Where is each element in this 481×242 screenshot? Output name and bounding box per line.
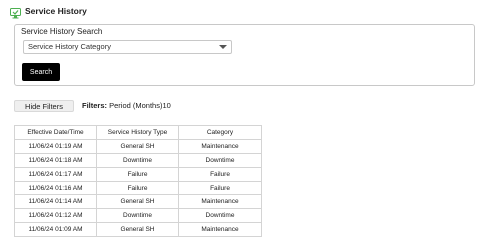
cell-service-history-type: General SH [96, 222, 179, 238]
cell-effective-date: 11/06/24 01:19 AM [14, 138, 97, 154]
cell-category: Downtime [178, 152, 262, 168]
search-button[interactable]: Search [22, 63, 60, 81]
cell-category: Maintenance [178, 222, 262, 238]
cell-category: Maintenance [178, 138, 262, 154]
search-panel-title: Service History Search [21, 27, 103, 36]
cell-effective-date: 11/06/24 01:14 AM [14, 194, 97, 210]
cell-category: Failure [178, 180, 262, 196]
cell-service-history-type: General SH [96, 138, 179, 154]
category-select-value: Service History Category [28, 42, 111, 51]
table-header-row: Effective Date/Time Service History Type… [14, 125, 262, 140]
service-history-page: Service History Service History Search S… [0, 0, 481, 242]
cell-service-history-type: Downtime [96, 208, 179, 224]
cell-effective-date: 11/06/24 01:12 AM [14, 208, 97, 224]
cell-service-history-type: Downtime [96, 152, 179, 168]
column-header-effective-date[interactable]: Effective Date/Time [14, 125, 97, 140]
page-header: Service History [10, 4, 87, 18]
column-header-service-history-type[interactable]: Service History Type [96, 125, 179, 140]
table-row[interactable]: 11/06/24 01:18 AM Downtime Downtime [14, 152, 262, 168]
table-row[interactable]: 11/06/24 01:17 AM Failure Failure [14, 166, 262, 182]
filters-value: Period (Months)10 [109, 101, 171, 110]
category-select[interactable]: Service History Category [23, 40, 232, 54]
cell-effective-date: 11/06/24 01:16 AM [14, 180, 97, 196]
hide-filters-button[interactable]: Hide Filters [14, 100, 74, 112]
cell-effective-date: 11/06/24 01:17 AM [14, 166, 97, 182]
table-row[interactable]: 11/06/24 01:19 AM General SH Maintenance [14, 138, 262, 154]
search-panel: Service History Search Service History C… [14, 24, 475, 86]
cell-category: Maintenance [178, 194, 262, 210]
filters-summary: Filters: Period (Months)10 [82, 101, 171, 110]
chevron-down-icon [219, 45, 227, 49]
table-row[interactable]: 11/06/24 01:14 AM General SH Maintenance [14, 194, 262, 210]
cell-effective-date: 11/06/24 01:18 AM [14, 152, 97, 168]
service-history-table: Effective Date/Time Service History Type… [14, 125, 262, 238]
table-row[interactable]: 11/06/24 01:12 AM Downtime Downtime [14, 208, 262, 224]
column-header-category[interactable]: Category [178, 125, 262, 140]
cell-category: Downtime [178, 208, 262, 224]
page-title: Service History [25, 6, 87, 16]
cell-service-history-type: General SH [96, 194, 179, 210]
table-row[interactable]: 11/06/24 01:09 AM General SH Maintenance [14, 222, 262, 238]
cell-service-history-type: Failure [96, 166, 179, 182]
table-row[interactable]: 11/06/24 01:16 AM Failure Failure [14, 180, 262, 196]
cell-category: Failure [178, 166, 262, 182]
filters-label: Filters: [82, 101, 108, 110]
cell-service-history-type: Failure [96, 180, 179, 196]
service-history-icon [10, 6, 21, 18]
cell-effective-date: 11/06/24 01:09 AM [14, 222, 97, 238]
